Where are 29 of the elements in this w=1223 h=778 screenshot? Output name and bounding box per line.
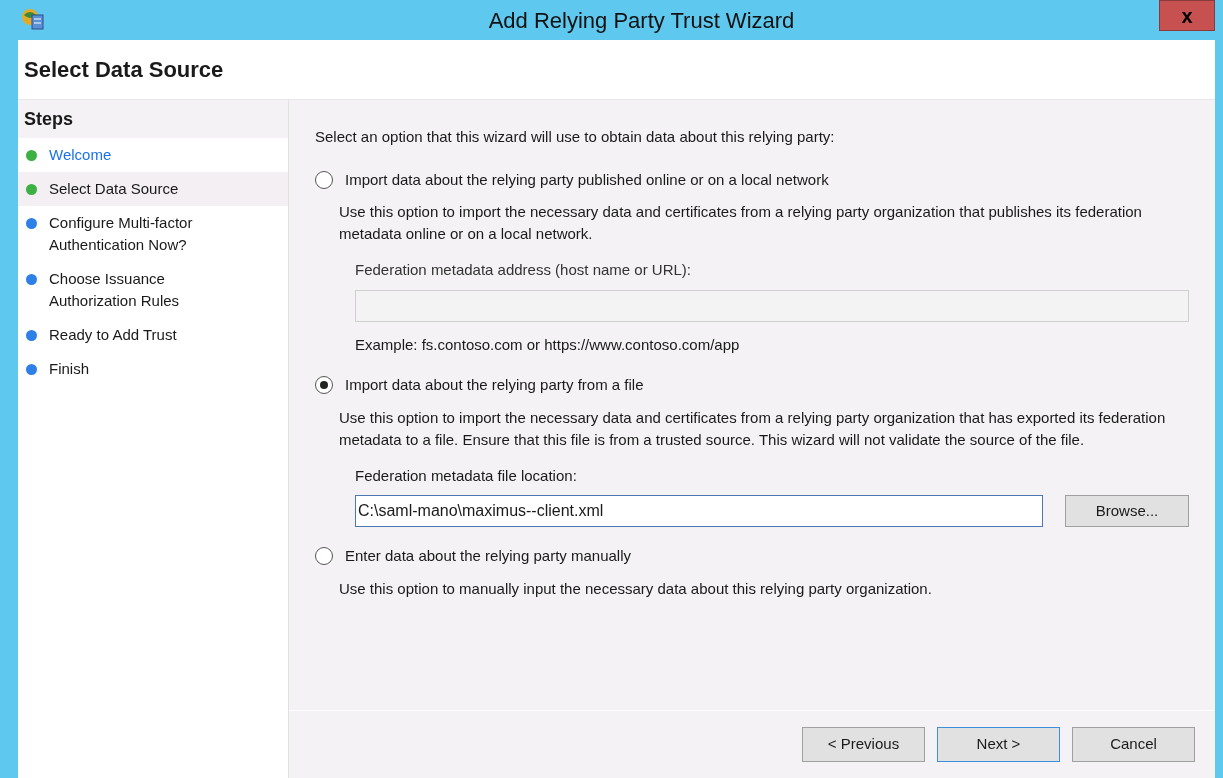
field-label: Federation metadata file location: bbox=[355, 465, 578, 486]
option-description: Use this option to manually input the necessary data about this relying party organization. bbox=[339, 578, 933, 599]
option-description: Use this option to import the necessary data and certificates from a relying party organization that has exported its federation metadata to a file. Ensure that this file is from a trusted source. This wizard will not validate the source of the file. bbox=[339, 407, 1167, 450]
window-title: Add Relying Party Trust Wizard bbox=[488, 6, 795, 35]
step-label: Select Data Source bbox=[49, 179, 180, 199]
steps-heading: Steps bbox=[24, 107, 74, 131]
step-label: Ready to Add Trust bbox=[49, 325, 178, 345]
option-label: Import data about the relying party published online or on a local network bbox=[345, 169, 829, 190]
step-label: Configure Multi-factor Authentication Now? bbox=[49, 213, 194, 255]
page-title: Select Data Source bbox=[24, 56, 224, 84]
wizard-button[interactable]: Next > bbox=[937, 727, 1060, 762]
step-label: Choose Issuance Authorization Rules bbox=[49, 269, 181, 311]
step-link[interactable]: Welcome bbox=[49, 144, 249, 166]
browse-button[interactable]: Browse... bbox=[1065, 495, 1189, 527]
wizard-button[interactable]: Cancel bbox=[1072, 727, 1195, 762]
wizard-button[interactable]: < Previous bbox=[802, 727, 925, 762]
radio-button[interactable] bbox=[315, 547, 333, 566]
radio-button[interactable] bbox=[315, 170, 333, 189]
input-field[interactable]: C:\saml-mano\maximus--client.xml bbox=[355, 495, 1043, 527]
intro-text: Select an option that this wizard will use to obtain data about this relying party: bbox=[315, 127, 836, 147]
radio-button[interactable] bbox=[315, 376, 333, 395]
option-description: Use this option to import the necessary data and certificates from a relying party organization that publishes its federation metadata online or on a local network. bbox=[339, 202, 1143, 244]
option-label: Enter data about the relying party manually bbox=[345, 546, 631, 566]
server-globe-icon bbox=[20, 7, 46, 33]
option-label: Import data about the relying party from a file bbox=[345, 375, 644, 395]
step-label: Finish bbox=[49, 359, 90, 379]
example-text: Example: fs.contoso.com or https://www.contoso.com/app bbox=[355, 334, 741, 355]
field-label: Federation metadata address (host name or URL): bbox=[355, 260, 692, 280]
close-button[interactable]: x bbox=[1159, 0, 1215, 31]
